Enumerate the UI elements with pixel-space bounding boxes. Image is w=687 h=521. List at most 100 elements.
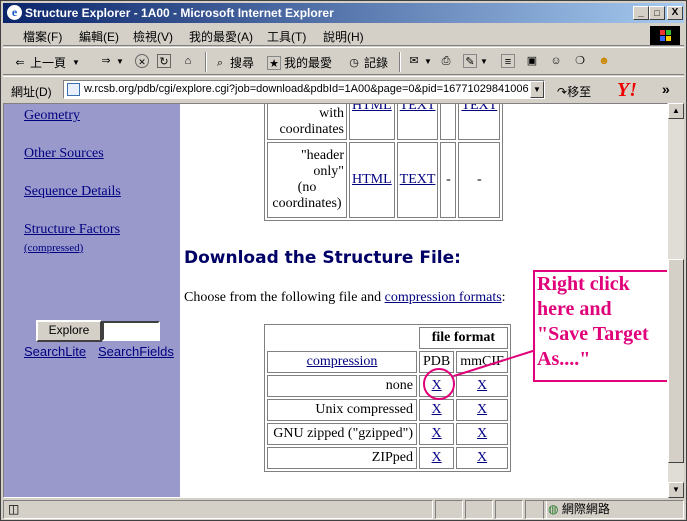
- row-label: only": [313, 164, 344, 179]
- links-more-button[interactable]: »: [662, 81, 670, 97]
- table-cell: X: [456, 375, 508, 397]
- menu-tools[interactable]: 工具(T): [267, 28, 306, 45]
- forward-dropdown-icon[interactable]: ▼: [116, 57, 124, 66]
- compression-formats-link[interactable]: compression formats: [385, 290, 502, 305]
- discuss-icon: ≡: [501, 54, 515, 68]
- stop-icon: ✕: [135, 54, 149, 68]
- mail-dropdown-icon[interactable]: ▼: [424, 57, 432, 66]
- mmcif-none-link[interactable]: X: [477, 378, 487, 393]
- table-row: with coordinates HTML TEXT TEXT: [267, 104, 501, 140]
- html-link[interactable]: HTML: [352, 172, 392, 187]
- back-button[interactable]: ⇐ 上一頁 ▼: [13, 54, 80, 71]
- back-dropdown-icon[interactable]: ▼: [72, 58, 80, 67]
- menu-view[interactable]: 檢視(V): [133, 28, 173, 45]
- go-arrow-icon: ↷: [557, 85, 568, 99]
- text-link[interactable]: TEXT: [461, 104, 497, 113]
- favorites-button[interactable]: ★ 我的最愛: [267, 54, 332, 71]
- favorites-icon: ★: [267, 55, 281, 70]
- menu-file[interactable]: 檔案(F): [23, 28, 62, 45]
- forward-arrow-icon: ⇒: [101, 55, 111, 67]
- pdb-gzip-link[interactable]: X: [432, 426, 442, 441]
- highlight-circle: [423, 368, 455, 400]
- close-button[interactable]: X: [667, 6, 683, 20]
- text-link[interactable]: TEXT: [400, 104, 436, 113]
- status-main: ◫: [3, 500, 433, 519]
- pdb-zip-link[interactable]: X: [432, 450, 442, 465]
- status-pane: [495, 500, 523, 519]
- scroll-up-icon[interactable]: ▲: [668, 103, 684, 119]
- discuss-button[interactable]: ≡: [501, 54, 518, 68]
- status-pane: [435, 500, 463, 519]
- back-arrow-icon: ⇐: [15, 56, 25, 69]
- history-button[interactable]: ◷ 記錄: [347, 54, 388, 71]
- searchlite-link[interactable]: SearchLite: [24, 344, 86, 359]
- sidebar: Geometry Other Sources Sequence Details …: [4, 104, 180, 497]
- menu-edit[interactable]: 編輯(E): [79, 28, 119, 45]
- sidebar-link-structure-factors[interactable]: Structure Factors: [24, 222, 120, 238]
- address-input[interactable]: w.rcsb.org/pdb/cgi/explore.cgi?job=downl…: [63, 80, 545, 99]
- mmcif-gzip-link[interactable]: X: [477, 426, 487, 441]
- pdb-unix-link[interactable]: X: [432, 402, 442, 417]
- scroll-thumb[interactable]: [668, 259, 684, 463]
- callout-box: Right click here and "Save Target As....…: [533, 270, 667, 382]
- home-icon: ⌂: [184, 55, 192, 67]
- sidebar-link-other-sources[interactable]: Other Sources: [24, 146, 104, 162]
- vertical-scrollbar[interactable]: ▲ ▼: [668, 103, 684, 498]
- compression-label: Unix compressed: [267, 399, 417, 421]
- smiley-button[interactable]: ☻: [597, 54, 614, 68]
- refresh-button[interactable]: ↻: [157, 54, 174, 68]
- yahoo-logo-icon[interactable]: Y!: [617, 80, 655, 101]
- menu-favorites[interactable]: 我的最愛(A): [189, 28, 253, 45]
- format-table: with coordinates HTML TEXT TEXT "header …: [264, 104, 504, 221]
- explore-button[interactable]: Explore: [36, 320, 102, 342]
- mail-button[interactable]: ✉ ▼: [407, 54, 432, 68]
- history-icon: ◷: [349, 56, 359, 69]
- go-label: 移至: [567, 85, 592, 99]
- minimize-button[interactable]: _: [633, 6, 649, 20]
- toolbar-separator: [205, 52, 207, 72]
- row-label: with: [319, 106, 344, 121]
- print-button[interactable]: ⎙: [439, 54, 456, 68]
- page-icon: [67, 83, 80, 96]
- go-button[interactable]: ↷移至: [557, 83, 591, 100]
- edit-dropdown-icon[interactable]: ▼: [480, 57, 488, 66]
- choose-text: Choose from the following file and compr…: [184, 290, 506, 306]
- chat-button[interactable]: ❍: [573, 54, 590, 68]
- searchfields-link[interactable]: SearchFields: [98, 344, 174, 359]
- table-row: compression PDB mmCIF: [267, 351, 508, 373]
- sidebar-link-compressed[interactable]: (compressed): [24, 242, 83, 254]
- html-link[interactable]: HTML: [352, 104, 392, 113]
- home-button[interactable]: ⌂: [181, 54, 198, 68]
- window-title: Structure Explorer - 1A00 - Microsoft In…: [25, 6, 334, 20]
- download-table: file format compression PDB mmCIF none X…: [264, 324, 511, 472]
- zone-label: 網際網路: [561, 502, 610, 516]
- forward-button[interactable]: ⇒ ▼: [99, 54, 124, 68]
- scroll-down-icon[interactable]: ▼: [668, 482, 684, 498]
- search-button[interactable]: ⌕ 搜尋: [213, 54, 254, 71]
- research-button[interactable]: ▣: [525, 54, 542, 68]
- windows-logo-icon: [650, 26, 680, 45]
- stop-button[interactable]: ✕: [135, 54, 152, 68]
- globe-icon: ◍: [548, 502, 559, 516]
- sidebar-link-sequence-details[interactable]: Sequence Details: [24, 184, 121, 200]
- sidebar-link-geometry[interactable]: Geometry: [24, 108, 80, 124]
- mmcif-zip-link[interactable]: X: [477, 450, 487, 465]
- messenger-button[interactable]: ☺: [549, 54, 566, 68]
- choose-prefix: Choose from the following file and: [184, 290, 385, 305]
- table-row: Unix compressed X X: [267, 399, 508, 421]
- explore-input[interactable]: [102, 321, 160, 341]
- compression-label: none: [267, 375, 417, 397]
- text-link[interactable]: TEXT: [400, 172, 436, 187]
- menu-help[interactable]: 說明(H): [323, 28, 364, 45]
- main-content: with coordinates HTML TEXT TEXT "header …: [180, 104, 667, 497]
- ie-logo-icon: e: [7, 5, 22, 20]
- address-dropdown-icon[interactable]: ▼: [530, 81, 544, 98]
- edit-icon: ✎: [463, 54, 477, 68]
- table-cell: HTML: [349, 104, 395, 140]
- maximize-button[interactable]: □: [649, 6, 665, 20]
- compression-link[interactable]: compression: [307, 354, 378, 369]
- edit-button[interactable]: ✎ ▼: [463, 54, 488, 68]
- row-label: (no: [297, 180, 317, 195]
- mmcif-unix-link[interactable]: X: [477, 402, 487, 417]
- refresh-icon: ↻: [157, 54, 171, 68]
